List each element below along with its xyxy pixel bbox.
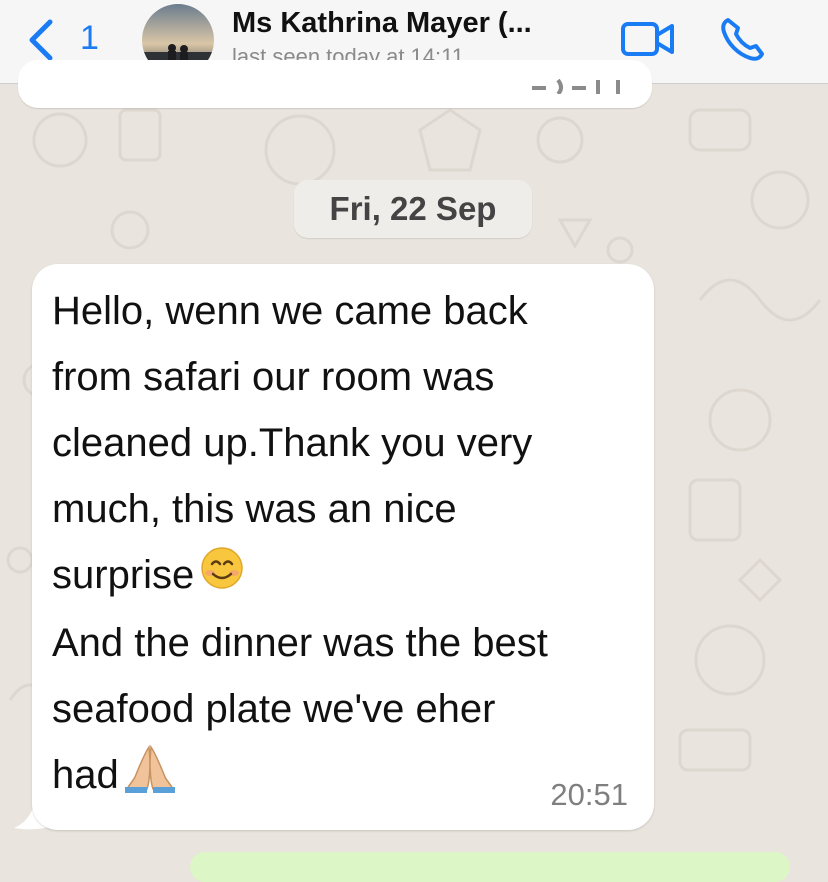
date-separator: Fri, 22 Sep [294, 180, 532, 238]
unread-count: 1 [80, 19, 99, 57]
message-timestamp: 20:51 [550, 777, 628, 812]
cropped-timestamp [532, 78, 620, 94]
chevron-left-icon [29, 19, 53, 61]
incoming-message-bubble[interactable]: Hello, wenn we came back from safari our… [32, 264, 654, 830]
video-call-button[interactable] [620, 18, 676, 60]
smiling-face-icon [200, 544, 244, 610]
voice-call-button[interactable] [718, 14, 770, 62]
video-call-icon [621, 22, 674, 56]
next-message-bubble [190, 852, 790, 882]
folded-hands-icon [124, 743, 175, 813]
message-text: Hello, wenn we came back from safari our… [52, 278, 642, 813]
contact-name[interactable]: Ms Kathrina Mayer (... [232, 4, 592, 42]
previous-message-bubble [18, 60, 652, 108]
phone-icon [721, 18, 764, 61]
back-button[interactable]: 1 [22, 12, 112, 64]
message-paragraph-1: Hello, wenn we came back from safari our… [52, 289, 533, 597]
